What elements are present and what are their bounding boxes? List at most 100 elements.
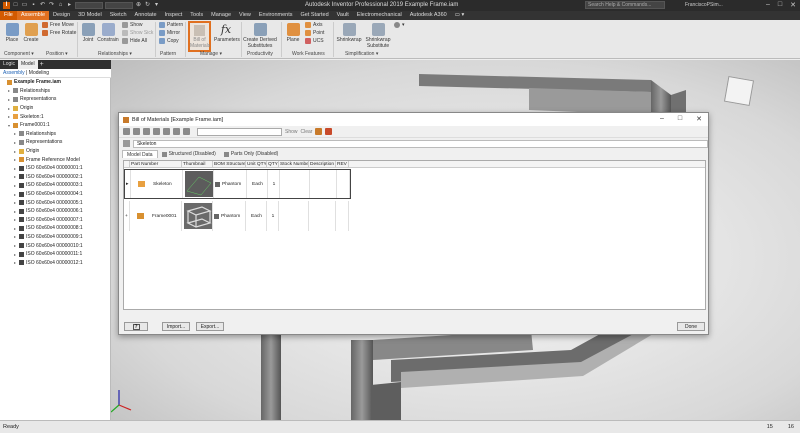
close-icon[interactable]: ✕ — [790, 1, 796, 9]
tree-item[interactable]: ▸ Frame Reference Model — [0, 155, 110, 164]
done-button[interactable]: Done — [677, 322, 705, 331]
col-rev[interactable]: REV — [336, 161, 349, 167]
ucs-button[interactable]: UCS — [305, 38, 324, 44]
group-simplification-label[interactable]: Simplification ▾ — [345, 51, 378, 57]
tab-parts-only[interactable]: Parts Only (Disabled) — [220, 150, 283, 158]
table-row[interactable]: ▸ Skeleton Phantom Each 1 — [124, 169, 351, 199]
merge-icon[interactable] — [173, 128, 180, 135]
import-button[interactable]: Import... — [162, 322, 190, 331]
tab-model-data[interactable]: Model Data — [122, 150, 158, 158]
free-move-button[interactable]: Free Move — [42, 22, 74, 28]
tab-autodesk-a360[interactable]: Autodesk A360 — [406, 11, 451, 20]
tab-manage[interactable]: Manage — [207, 11, 235, 20]
mode-assembly[interactable]: Assembly — [3, 70, 25, 76]
bom-settings-icon[interactable] — [325, 128, 333, 135]
tree-item[interactable]: ▸ Relationships — [0, 130, 110, 139]
clear-button[interactable]: Clear — [301, 129, 313, 135]
joint-button[interactable]: Joint — [81, 23, 95, 43]
maximize-icon[interactable]: □ — [778, 1, 782, 9]
tree-item[interactable]: ▸ Relationships — [0, 87, 110, 96]
ribbon-options-icon[interactable]: ▭ ▾ — [451, 11, 469, 20]
tree-item[interactable]: ▸ ISO 60x60x4 00000010:1 — [0, 241, 110, 250]
col-description[interactable]: Description — [309, 161, 336, 167]
tree-item[interactable]: ▸ Skeleton:1 — [0, 112, 110, 121]
point-button[interactable]: Point — [305, 30, 324, 36]
more-icon[interactable]: ▾ — [153, 2, 160, 9]
tab-inspect[interactable]: Inspect — [161, 11, 187, 20]
free-rotate-button[interactable]: Free Rotate — [42, 30, 76, 36]
open-icon[interactable]: ▭ — [21, 2, 28, 9]
viewcube[interactable] — [723, 75, 755, 107]
table-row[interactable]: + Frame0001 Phantom Each 1 — [124, 201, 349, 231]
hide-all-button[interactable]: Hide All — [122, 38, 147, 44]
tree-item[interactable]: ▸ ISO 60x60x4 00000009:1 — [0, 233, 110, 242]
col-unit-qty[interactable]: Unit QTY — [246, 161, 267, 167]
export-table-icon[interactable] — [315, 128, 323, 135]
dialog-minimize-icon[interactable]: – — [660, 115, 664, 123]
tree-item[interactable]: ▸ ISO 60x60x4 00000006:1 — [0, 207, 110, 216]
dialog-close-icon[interactable]: ✕ — [696, 115, 702, 123]
copy-button[interactable]: Copy — [159, 38, 179, 44]
create-derived-substitutes-button[interactable]: Create Derived Substitutes — [243, 23, 277, 49]
tab-electromechanical[interactable]: Electromechanical — [353, 11, 406, 20]
group-component-label[interactable]: Component ▾ — [4, 51, 34, 57]
tree-item[interactable]: ▸ Origin — [0, 104, 110, 113]
save-icon[interactable]: ▪ — [30, 2, 37, 9]
view-options-icon[interactable] — [123, 128, 130, 135]
tree-item[interactable]: ▸ ISO 60x60x4 00000001:1 — [0, 164, 110, 173]
sort-icon[interactable] — [143, 128, 150, 135]
tree-item[interactable]: ▸ ISO 60x60x4 00000012:1 — [0, 258, 110, 267]
help-search-input[interactable]: Search Help & Commands... — [585, 1, 665, 9]
add-tab-icon[interactable]: + — [38, 61, 46, 68]
undo-icon[interactable]: ↶ — [39, 2, 46, 9]
tree-item[interactable]: ▸ ISO 60x60x4 00000002:1 — [0, 173, 110, 182]
col-qty[interactable]: QTY — [267, 161, 279, 167]
group-position-label[interactable]: Position ▾ — [46, 51, 68, 57]
redo-icon[interactable]: ↷ — [48, 2, 55, 9]
tab-vault[interactable]: Vault — [333, 11, 353, 20]
measure-icon[interactable]: ⊕ — [135, 2, 142, 9]
find-icon[interactable] — [183, 128, 190, 135]
path-field[interactable]: Skeleton — [132, 139, 708, 148]
group-relationships-label[interactable]: Relationships ▾ — [98, 51, 132, 57]
filter-combo[interactable] — [197, 127, 282, 136]
mirror-button[interactable]: Mirror — [159, 30, 180, 36]
tab-sketch[interactable]: Sketch — [106, 11, 131, 20]
plane-button[interactable]: Plane — [285, 23, 301, 43]
tab-model[interactable]: Model — [17, 60, 38, 69]
dialog-maximize-icon[interactable]: □ — [678, 115, 682, 123]
renumber-icon[interactable] — [153, 128, 160, 135]
tab-environments[interactable]: Environments — [255, 11, 297, 20]
show-sick-button[interactable]: Show Sick — [122, 30, 153, 36]
col-part-number[interactable]: Part Number — [130, 161, 182, 167]
col-thumbnail[interactable]: Thumbnail — [182, 161, 213, 167]
tree-item[interactable]: ▾ Frame0001:1 — [0, 121, 110, 130]
place-button[interactable]: Place — [4, 23, 20, 43]
tree-item[interactable]: ▸ ISO 60x60x4 00000005:1 — [0, 198, 110, 207]
tree-item[interactable]: ▸ Origin — [0, 147, 110, 156]
tree-item[interactable]: ▸ ISO 60x60x4 00000007:1 — [0, 216, 110, 225]
tree-item[interactable]: Example Frame.iam — [0, 78, 110, 87]
tree-item[interactable]: ▸ ISO 60x60x4 00000004:1 — [0, 190, 110, 199]
tree-item[interactable]: ▸ ISO 60x60x4 00000008:1 — [0, 224, 110, 233]
col-stock-number[interactable]: Stock Number — [279, 161, 309, 167]
tab-design[interactable]: Design — [49, 11, 74, 20]
tree-item[interactable]: ▸ Representations — [0, 138, 110, 147]
help-button[interactable]: ? — [124, 322, 148, 331]
tab-tools[interactable]: Tools — [186, 11, 207, 20]
tab-structured[interactable]: Structured (Disabled) — [158, 150, 220, 158]
home-icon[interactable]: ⌂ — [57, 2, 64, 9]
axis-button[interactable]: Axis — [305, 22, 322, 28]
material-dropdown[interactable] — [75, 2, 103, 9]
tab-logic[interactable]: Logic — [0, 60, 18, 69]
tree-item[interactable]: ▸ ISO 60x60x4 00000011:1 — [0, 250, 110, 259]
group-manage-label[interactable]: Manage ▾ — [200, 51, 222, 57]
tab-file[interactable]: File — [0, 11, 17, 20]
tab-get-started[interactable]: Get Started — [297, 11, 333, 20]
pattern-button[interactable]: Pattern — [159, 22, 183, 28]
appearance-dropdown[interactable] — [105, 2, 133, 9]
mode-modeling[interactable]: Modeling — [29, 70, 49, 76]
parameters-button[interactable]: fx Parameters — [214, 23, 240, 43]
tab-assemble[interactable]: Assemble — [16, 11, 50, 20]
shrinkwrap-substitute-button[interactable]: Shrinkwrap Substitute — [364, 23, 392, 49]
